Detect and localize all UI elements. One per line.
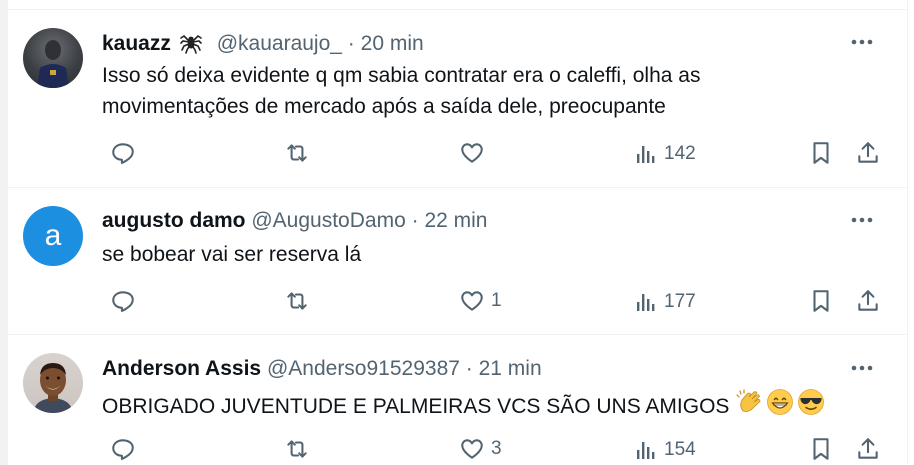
reply-button[interactable] <box>110 140 136 166</box>
top-separator <box>8 9 907 10</box>
separator-dot: · <box>411 209 419 232</box>
share-button[interactable] <box>855 288 881 314</box>
grinning-face-emoji-icon <box>766 388 794 425</box>
like-button[interactable]: 1 <box>459 288 502 314</box>
user-handle[interactable]: @Anderso91529387 <box>267 357 460 380</box>
tweet-text: OBRIGADO JUVENTUDE E PALMEIRAS VCS SÃO U… <box>102 387 825 426</box>
clapping-hands-emoji-icon <box>735 387 765 426</box>
heart-icon <box>459 436 485 462</box>
retweet-button[interactable] <box>284 436 310 462</box>
user-handle[interactable]: @kauaraujo_ <box>217 32 342 55</box>
user-handle[interactable]: @AugustoDamo <box>251 209 405 232</box>
bookmark-button[interactable] <box>808 436 834 462</box>
views-button[interactable]: 142 <box>634 142 696 166</box>
heart-icon <box>459 140 485 166</box>
reply-icon <box>110 140 136 166</box>
views-count: 177 <box>664 291 696 312</box>
tweet-text-line: movimentações de mercado após a saída de… <box>102 95 666 118</box>
more-icon[interactable] <box>847 210 877 230</box>
tweet-header: Anderson Assis @Anderso91529387 · 21 min <box>102 356 542 382</box>
timestamp[interactable]: 21 min <box>479 357 542 380</box>
bookmark-button[interactable] <box>808 140 834 166</box>
separator-dot: · <box>347 32 355 55</box>
like-count: 3 <box>491 438 502 459</box>
like-button[interactable]: 3 <box>459 436 502 462</box>
tweet-text: se bobear vai ser reserva lá <box>102 239 361 270</box>
retweet-icon <box>284 140 310 166</box>
views-count: 154 <box>664 439 696 460</box>
share-icon <box>855 436 881 462</box>
avatar[interactable] <box>23 28 83 88</box>
tweet-header: kauazz @kauaraujo_ · 20 min <box>102 30 424 61</box>
reply-icon <box>110 288 136 314</box>
retweet-button[interactable] <box>284 140 310 166</box>
reply-button[interactable] <box>110 288 136 314</box>
avatar[interactable]: a <box>23 206 83 266</box>
timestamp[interactable]: 20 min <box>361 32 424 55</box>
display-name[interactable]: augusto damo <box>102 209 246 232</box>
share-icon <box>855 140 881 166</box>
heart-icon <box>459 288 485 314</box>
bookmark-icon <box>808 140 834 166</box>
tweet-text-line: se bobear vai ser reserva lá <box>102 243 362 266</box>
tweet-text: Isso só deixa evidente q qm sabia contra… <box>102 60 700 122</box>
retweet-icon <box>284 436 310 462</box>
right-border <box>907 0 908 465</box>
tweet-text-line: OBRIGADO JUVENTUDE E PALMEIRAS VCS SÃO U… <box>102 395 730 418</box>
tweet-separator <box>8 187 907 188</box>
share-button[interactable] <box>855 140 881 166</box>
like-button[interactable] <box>459 140 491 166</box>
like-count: 1 <box>491 290 502 311</box>
timestamp[interactable]: 22 min <box>424 209 487 232</box>
views-button[interactable]: 177 <box>634 290 696 314</box>
views-count: 142 <box>664 143 696 164</box>
emoji-group <box>735 387 825 426</box>
retweet-icon <box>284 288 310 314</box>
sunglasses-face-emoji-icon <box>797 388 825 425</box>
views-icon <box>634 438 658 462</box>
retweet-button[interactable] <box>284 288 310 314</box>
more-icon[interactable] <box>847 32 877 52</box>
views-icon <box>634 142 658 166</box>
share-button[interactable] <box>855 436 881 462</box>
bookmark-button[interactable] <box>808 288 834 314</box>
display-name[interactable]: Anderson Assis <box>102 357 261 380</box>
avatar[interactable] <box>23 353 83 413</box>
tweet-separator <box>8 334 907 335</box>
share-icon <box>855 288 881 314</box>
views-button[interactable]: 154 <box>634 438 696 462</box>
reply-button[interactable] <box>110 436 136 462</box>
reply-icon <box>110 436 136 462</box>
more-icon[interactable] <box>847 358 877 378</box>
views-icon <box>634 290 658 314</box>
left-gutter <box>0 0 8 465</box>
display-name[interactable]: kauazz <box>102 32 171 55</box>
tweet-text-line: Isso só deixa evidente q qm sabia contra… <box>102 64 701 87</box>
bookmark-icon <box>808 436 834 462</box>
separator-dot: · <box>465 357 473 380</box>
tweet-header: augusto damo @AugustoDamo · 22 min <box>102 208 487 234</box>
spider-emoji-icon <box>179 30 203 61</box>
bookmark-icon <box>808 288 834 314</box>
